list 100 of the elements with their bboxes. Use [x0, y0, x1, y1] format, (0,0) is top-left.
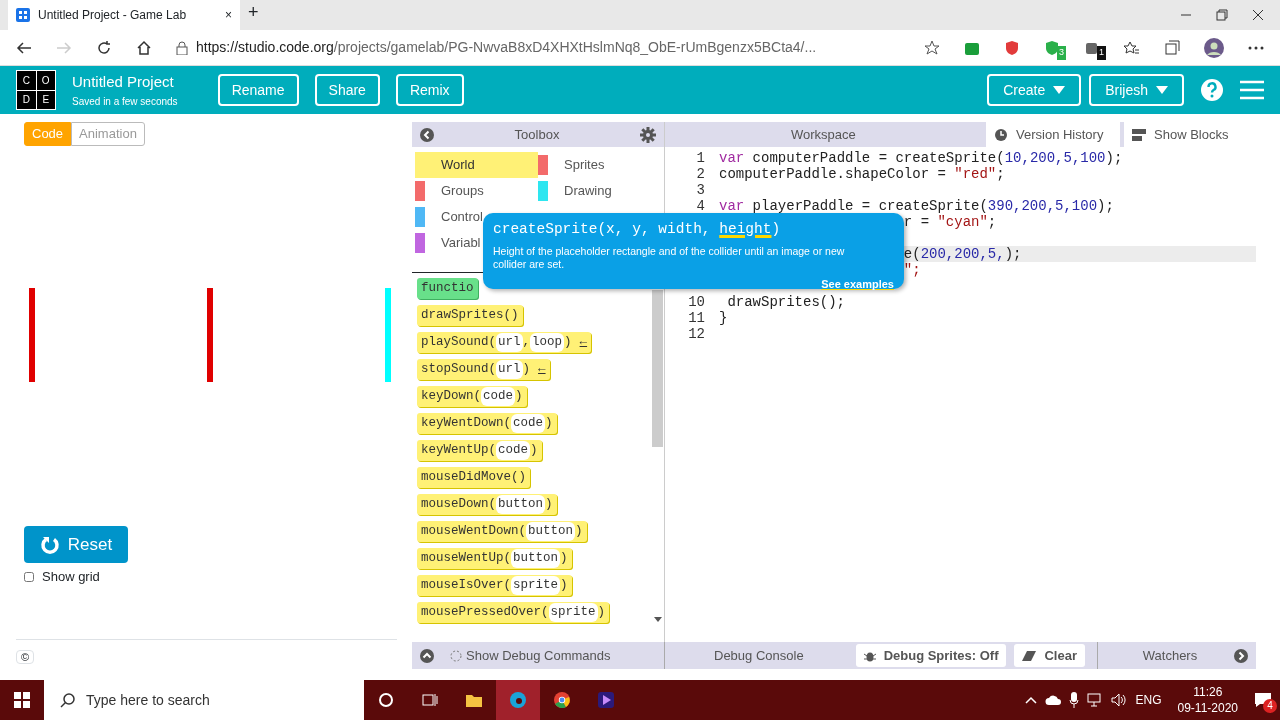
close-icon[interactable]	[1252, 9, 1264, 21]
spinner-icon	[450, 649, 462, 662]
search-icon	[60, 692, 76, 708]
windows-start-icon[interactable]	[14, 692, 30, 708]
line-number: 4	[695, 198, 706, 214]
microphone-icon[interactable]	[1069, 692, 1080, 708]
lock-icon	[176, 40, 188, 55]
cortana-icon[interactable]	[378, 692, 394, 708]
copyright-icon[interactable]: ©	[16, 649, 35, 664]
code-line: }	[719, 310, 728, 326]
line-number: 1	[695, 150, 706, 166]
debug-sprites-button[interactable]: Debug Sprites: Off	[855, 643, 1007, 668]
clock-icon	[994, 127, 1008, 142]
task-view-icon[interactable]	[422, 692, 438, 708]
code-block[interactable]: keyDown( code )	[417, 386, 527, 407]
code-block[interactable]: mouseDown( button )	[417, 494, 557, 515]
browser-icon[interactable]	[510, 692, 526, 708]
code-block[interactable]: keyWentDown( code )	[417, 413, 557, 434]
chevron-up-icon[interactable]	[1025, 696, 1038, 704]
tab-title[interactable]: Untitled Project - Game Lab	[38, 6, 217, 24]
code-block[interactable]: mouseWentDown( button )	[417, 521, 587, 542]
language-indicator[interactable]: ENG	[1135, 691, 1162, 709]
line-number: 12	[687, 326, 706, 342]
star-icon[interactable]	[924, 39, 940, 56]
project-title: Untitled Project	[72, 72, 175, 93]
line-number: 3	[695, 182, 706, 198]
chrome-icon[interactable]	[554, 692, 570, 708]
code-line: var playerPaddle = createSprite(390,200,5,100);	[719, 198, 1114, 214]
extension-badge: 3	[1057, 46, 1066, 60]
settings-icon[interactable]	[640, 126, 656, 143]
eraser-icon	[1022, 650, 1037, 661]
volume-icon[interactable]	[1111, 693, 1128, 707]
caret-icon	[1156, 86, 1168, 94]
checkbox-label: Show grid	[42, 568, 100, 586]
code-line: var computerPaddle = createSprite(10,200,5,100);	[719, 150, 1123, 166]
tab-close-button[interactable]: ×	[225, 6, 232, 24]
line-number: 10	[687, 294, 706, 310]
function-signature: createSprite(x, y, width, height)	[493, 220, 782, 239]
back-icon[interactable]	[16, 39, 32, 56]
category-item[interactable]: Drawing	[538, 178, 661, 204]
debug-commands-toggle[interactable]: Show Debug Commands	[450, 645, 611, 666]
url-field[interactable]: https://studio.code.org/projects/gamelab/PG-NwvaB8xD4XHXtHslmNq8_ObE-rUmBgenzx5BCta4/...	[196, 37, 817, 58]
code-block[interactable]: mousePressedOver( sprite )	[417, 602, 610, 623]
clock-time[interactable]: 11:26	[1177, 684, 1238, 700]
workspace-button[interactable]: Version History	[986, 122, 1120, 147]
collections-icon[interactable]	[1164, 39, 1180, 56]
folder-icon[interactable]	[466, 692, 482, 708]
line-number: 11	[687, 310, 706, 326]
code-line: e(200,200,5,);	[903, 246, 1022, 262]
home-icon[interactable]	[136, 39, 152, 56]
watchers-title: Watchers	[1141, 646, 1199, 665]
search-box[interactable]: Type here to search	[44, 680, 364, 720]
code-line: r = "cyan";	[903, 214, 997, 230]
workspace-button[interactable]: Show Blocks	[1124, 122, 1256, 147]
code-block[interactable]: mouseWentUp( button )	[417, 548, 572, 569]
show-grid-checkbox[interactable]	[24, 571, 34, 582]
tooltip-description: Height of the placeholder rectangle and of the collider until an image or new collider are set.	[493, 244, 846, 271]
clear-button[interactable]: Clear	[1014, 643, 1085, 668]
code-logo[interactable]: C O D E	[16, 70, 56, 110]
menu-icon[interactable]	[1240, 80, 1264, 100]
site-icon	[16, 8, 30, 22]
line-number: 2	[695, 166, 706, 182]
refresh-icon[interactable]	[96, 39, 112, 56]
back-icon[interactable]	[420, 127, 434, 142]
code-line: ";	[903, 262, 921, 278]
code-block[interactable]: drawSprites()	[417, 305, 523, 326]
code-block[interactable]: mouseIsOver( sprite )	[417, 575, 572, 596]
check-shield-icon[interactable]	[1044, 39, 1060, 56]
new-tab-button[interactable]: +	[248, 0, 259, 26]
debug-console-title: Debug Console	[714, 646, 804, 665]
category-item[interactable]: World	[415, 152, 538, 178]
maximize-icon[interactable]	[1216, 9, 1228, 21]
collapse-icon[interactable]	[420, 648, 434, 663]
shield-icon[interactable]	[1004, 39, 1020, 56]
scroll-down-icon[interactable]	[654, 617, 662, 622]
code-block[interactable]: playSound( url , loop ) ←	[417, 332, 592, 353]
cloud-icon[interactable]	[1045, 694, 1062, 706]
help-icon[interactable]	[1200, 78, 1224, 102]
favorites-icon[interactable]	[1124, 39, 1140, 56]
expand-icon[interactable]	[1234, 648, 1248, 663]
code-block[interactable]: mouseDidMove()	[417, 467, 531, 488]
code-block[interactable]: stopSound( url ) ←	[417, 359, 550, 380]
caret-icon	[1053, 86, 1066, 94]
category-item[interactable]: Groups	[415, 178, 538, 204]
code-block[interactable]: functio	[417, 278, 478, 299]
avatar-icon[interactable]	[1204, 37, 1224, 58]
extension-badge: 1	[1097, 46, 1106, 60]
code-line: computerPaddle.shapeColor = "red";	[719, 166, 1005, 182]
save-status: Saved in a few seconds	[72, 94, 178, 109]
scrollbar[interactable]	[652, 290, 663, 447]
media-app-icon[interactable]	[598, 692, 614, 708]
network-icon[interactable]	[1087, 693, 1104, 707]
code-block[interactable]: keyWentUp( code )	[417, 440, 542, 461]
clock-date[interactable]: 09-11-2020	[1177, 700, 1238, 716]
code-line: drawSprites();	[726, 294, 846, 310]
notification-badge: 4	[1263, 699, 1277, 713]
panel-title: Workspace	[791, 125, 856, 144]
category-item[interactable]: Sprites	[538, 152, 661, 178]
reset-icon	[39, 534, 60, 555]
blocks-icon	[1132, 128, 1146, 141]
